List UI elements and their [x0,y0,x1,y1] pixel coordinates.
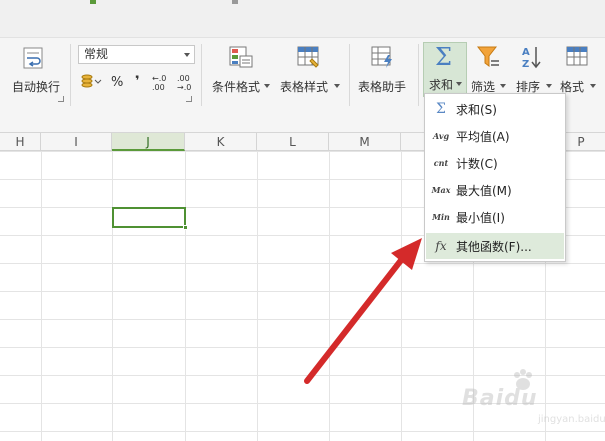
watermark-subtext: jingyan.baidu.com [538,414,605,425]
watermark-text: Baidu [462,386,538,411]
watermark: Baidu jingyan.baidu.com [462,368,605,428]
